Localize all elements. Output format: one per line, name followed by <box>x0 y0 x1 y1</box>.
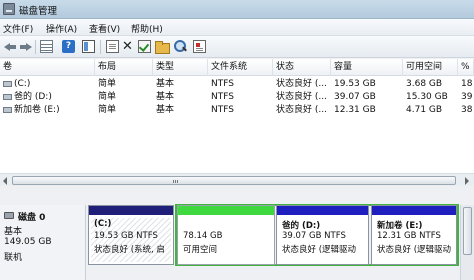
back-arrow-icon[interactable] <box>4 40 17 53</box>
percent-free-cell: 39 <box>461 92 473 102</box>
disk-size: 149.05 GB <box>4 237 52 247</box>
layout-cell: 简单 <box>98 92 117 102</box>
menu-view[interactable]: 查看(V) <box>89 22 120 35</box>
filesystem-cell: NTFS <box>211 105 234 115</box>
filesystem-cell: NTFS <box>211 92 234 102</box>
partition-body: (C:) 19.53 GB NTFS 状态良好 (系统, 启 <box>91 218 171 262</box>
hard-disk-icon <box>4 212 14 219</box>
free-space-cell: 4.71 GB <box>406 105 443 115</box>
table-row[interactable]: (C:) 简单 基本 NTFS 状态良好 (... 19.53 GB 3.68 … <box>0 78 474 91</box>
document-icon[interactable] <box>106 40 119 53</box>
column-status[interactable]: 状态 <box>273 59 331 76</box>
partition-free-space[interactable]: 78.14 GB 可用空间 <box>177 205 275 265</box>
open-folder-icon[interactable] <box>155 40 170 54</box>
volume-name-cell: (C:) <box>0 78 95 91</box>
toolbar: ? ✕ <box>0 36 474 58</box>
scroll-left-arrow-icon[interactable] <box>1 176 10 185</box>
type-cell: 基本 <box>156 105 175 115</box>
column-filesystem[interactable]: 文件系统 <box>208 59 273 76</box>
toolbar-separator <box>100 40 101 54</box>
scrollbar-thumb[interactable] <box>463 207 472 255</box>
partition-size: 78.14 GB <box>183 231 223 241</box>
disk-0-header[interactable]: 磁盘 0 基本 149.05 GB 联机 <box>0 205 86 280</box>
partition-status: 可用空间 <box>183 245 218 255</box>
column-type[interactable]: 类型 <box>153 59 208 76</box>
capacity-cell: 39.07 GB <box>334 92 376 102</box>
partition-d[interactable]: 爸的 (D:) 39.07 GB NTFS 状态良好 (逻辑驱动 <box>276 205 369 265</box>
disk-name: 磁盘 0 <box>18 213 46 223</box>
filesystem-cell: NTFS <box>211 79 234 89</box>
column-capacity[interactable]: 容量 <box>331 59 403 76</box>
menu-help[interactable]: 帮助(H) <box>131 22 163 35</box>
toolbar-separator <box>35 40 36 54</box>
column-free-space[interactable]: 可用空间 <box>403 59 458 76</box>
show-hide-tree-icon[interactable] <box>40 40 53 53</box>
column-percent-free[interactable]: % <box>458 59 474 76</box>
drive-icon <box>3 107 12 113</box>
type-cell: 基本 <box>156 79 175 89</box>
properties-icon[interactable] <box>193 40 206 53</box>
partition-body: 新加卷 (E:) 12.31 GB NTFS 状态良好 (逻辑驱动 <box>374 218 454 262</box>
volume-name-cell: 爸的 (D:) <box>0 91 95 104</box>
percent-free-cell: 18 <box>461 79 473 89</box>
menu-bar: 文件(F) 操作(A) 查看(V) 帮助(H) <box>0 19 474 36</box>
partition-label: 新加卷 (E:) <box>377 221 423 231</box>
scroll-right-arrow-icon[interactable] <box>462 176 471 185</box>
disk-status: 联机 <box>4 253 23 263</box>
partition-status: 状态良好 (系统, 启 <box>94 245 165 255</box>
percent-free-cell: 38 <box>461 105 473 115</box>
free-space-cell: 15.30 GB <box>406 92 448 102</box>
partition-label: 爸的 (D:) <box>282 221 321 231</box>
table-row[interactable]: 新加卷 (E:) 简单 基本 NTFS 状态良好 (... 12.31 GB 4… <box>0 104 474 117</box>
partition-status: 状态良好 (逻辑驱动 <box>377 245 452 255</box>
type-cell: 基本 <box>156 92 175 102</box>
volume-list: 卷 布局 类型 文件系统 状态 容量 可用空间 % (C:) 简单 基本 NTF… <box>0 59 474 186</box>
layout-cell: 简单 <box>98 105 117 115</box>
status-cell: 状态良好 (... <box>276 105 327 115</box>
properties-panel-icon[interactable] <box>82 40 95 53</box>
column-layout[interactable]: 布局 <box>95 59 153 76</box>
check-icon[interactable] <box>138 40 151 53</box>
volume-list-header: 卷 布局 类型 文件系统 状态 容量 可用空间 % <box>0 59 474 76</box>
disk-type: 基本 <box>4 227 23 237</box>
menu-file[interactable]: 文件(F) <box>3 22 33 35</box>
partition-body: 爸的 (D:) 39.07 GB NTFS 状态良好 (逻辑驱动 <box>279 218 366 262</box>
window-title: 磁盘管理 <box>19 6 58 17</box>
layout-cell: 简单 <box>98 79 117 89</box>
partition-c[interactable]: (C:) 19.53 GB NTFS 状态良好 (系统, 启 <box>88 205 174 265</box>
menu-action[interactable]: 操作(A) <box>46 22 77 35</box>
find-icon[interactable] <box>174 40 187 53</box>
table-row[interactable]: 爸的 (D:) 简单 基本 NTFS 状态良好 (... 39.07 GB 15… <box>0 91 474 104</box>
status-cell: 状态良好 (... <box>276 79 327 89</box>
capacity-cell: 12.31 GB <box>334 105 376 115</box>
free-space-cell: 3.68 GB <box>406 79 443 89</box>
partition-color-bar <box>178 206 274 215</box>
partition-color-bar <box>372 206 456 215</box>
help-icon[interactable]: ? <box>62 40 75 53</box>
partition-label: (C:) <box>94 219 112 229</box>
status-cell: 状态良好 (... <box>276 92 327 102</box>
partition-body: 78.14 GB 可用空间 <box>180 218 272 262</box>
forward-arrow-icon[interactable] <box>19 40 32 53</box>
horizontal-scrollbar[interactable] <box>0 173 474 186</box>
drive-icon <box>3 94 12 100</box>
volume-name-cell: 新加卷 (E:) <box>0 104 95 117</box>
partition-size: 19.53 GB NTFS <box>94 231 158 241</box>
drive-icon <box>3 81 12 87</box>
vertical-scrollbar[interactable] <box>460 205 474 280</box>
partition-e[interactable]: 新加卷 (E:) 12.31 GB NTFS 状态良好 (逻辑驱动 <box>371 205 457 265</box>
delete-x-icon[interactable]: ✕ <box>121 40 134 53</box>
disk-management-icon <box>3 3 15 15</box>
partition-size: 39.07 GB NTFS <box>282 231 346 241</box>
partition-size: 12.31 GB NTFS <box>377 231 441 241</box>
partition-color-bar <box>277 206 368 215</box>
title-bar: 磁盘管理 <box>0 0 474 19</box>
partition-status: 状态良好 (逻辑驱动 <box>282 245 357 255</box>
capacity-cell: 19.53 GB <box>334 79 376 89</box>
scrollbar-thumb[interactable] <box>12 176 456 185</box>
partition-color-bar <box>89 206 173 215</box>
grip-icon <box>173 180 174 183</box>
column-volume[interactable]: 卷 <box>0 59 95 76</box>
